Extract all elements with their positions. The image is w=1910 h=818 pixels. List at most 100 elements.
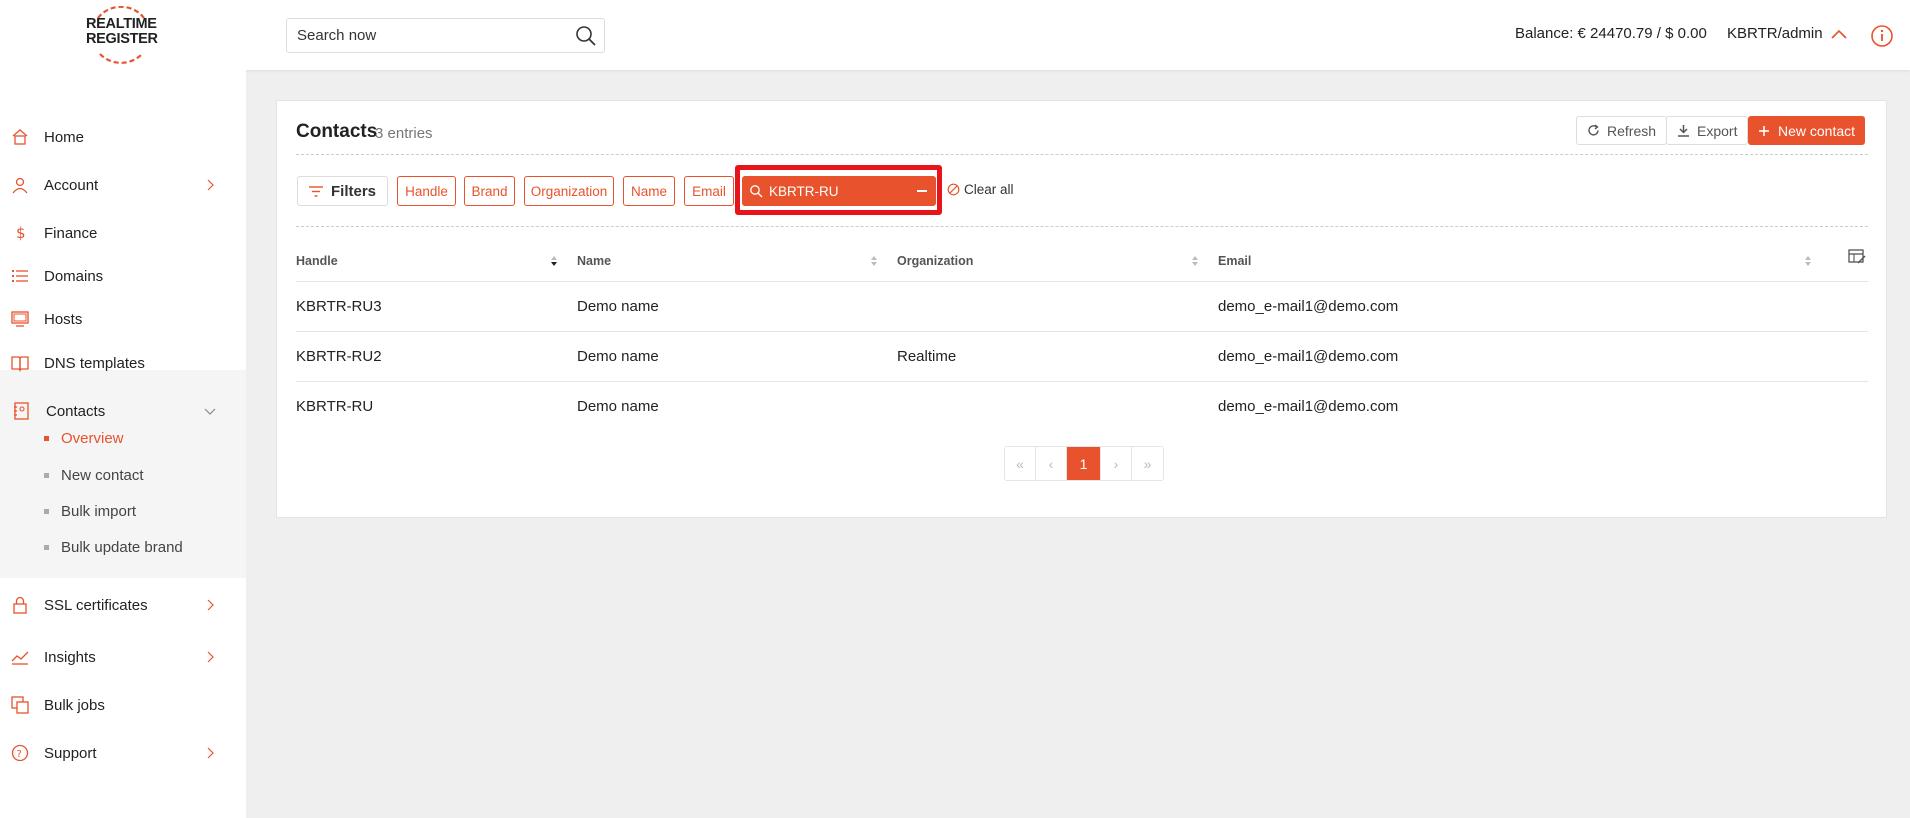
page-button-current[interactable]: 1: [1067, 447, 1101, 480]
submenu-item-label: Bulk import: [61, 502, 137, 520]
pagination: « ‹ 1 › »: [1004, 446, 1164, 481]
cell-organization: Realtime: [897, 348, 957, 365]
copy-icon: [11, 696, 29, 714]
sidebar-item-domains[interactable]: Domains: [0, 256, 246, 296]
filter-chip-handle[interactable]: Handle: [397, 176, 456, 206]
export-label: Export: [1697, 122, 1738, 139]
sidebar-item-dns-templates[interactable]: DNS templates: [0, 343, 246, 383]
bullet-icon: [44, 472, 49, 478]
entry-count: 3 entries: [375, 125, 433, 142]
cell-handle[interactable]: KBRTR-RU2: [296, 348, 382, 365]
monitor-icon: [11, 311, 29, 327]
help-circle-icon: ?: [11, 744, 29, 762]
home-icon: [12, 129, 28, 145]
submenu-item-bulk-update-brand[interactable]: Bulk update brand: [44, 533, 183, 561]
chevron-down-icon: [204, 408, 216, 415]
first-page-button[interactable]: «: [1005, 447, 1036, 480]
cell-handle[interactable]: KBRTR-RU: [296, 398, 373, 415]
info-icon[interactable]: [1870, 24, 1894, 48]
user-name: KBRTR/admin: [1727, 25, 1823, 42]
column-header-organization[interactable]: Organization: [897, 254, 973, 268]
sidebar-item-label: Hosts: [44, 310, 83, 328]
sidebar-item-label: SSL certificates: [44, 596, 148, 614]
search-input[interactable]: [287, 19, 567, 52]
remove-filter-icon[interactable]: [917, 190, 927, 192]
chevron-right-icon: [207, 651, 214, 663]
column-header-handle[interactable]: Handle: [296, 254, 338, 268]
filter-chip-name[interactable]: Name: [623, 176, 675, 206]
cell-name: Demo name: [577, 398, 659, 415]
column-settings-icon[interactable]: [1848, 248, 1866, 266]
active-search-filter[interactable]: KBRTR-RU: [742, 176, 936, 206]
sidebar-item-account[interactable]: Account: [0, 165, 246, 205]
refresh-button[interactable]: Refresh: [1576, 116, 1668, 145]
sidebar-item-label: Support: [44, 744, 97, 762]
sidebar-item-label: Domains: [44, 267, 104, 285]
sidebar-item-insights[interactable]: Insights: [0, 637, 246, 677]
sidebar-item-bulk-jobs[interactable]: Bulk jobs: [0, 685, 246, 725]
bullet-icon: [44, 508, 49, 514]
page-title: Contacts: [296, 121, 378, 142]
global-search: [286, 18, 605, 53]
chevron-right-icon: [207, 747, 214, 759]
sidebar: Home Account $ Finance Domains Hosts DNS…: [0, 70, 246, 818]
lock-icon: [13, 596, 27, 614]
new-contact-label: New contact: [1778, 122, 1856, 139]
sidebar-item-hosts[interactable]: Hosts: [0, 299, 246, 339]
submenu-item-label: New contact: [61, 466, 144, 484]
contacts-icon: [14, 402, 29, 420]
list-icon: [12, 270, 28, 282]
sidebar-item-finance[interactable]: $ Finance: [0, 213, 246, 253]
filter-chip-brand[interactable]: Brand: [464, 176, 515, 206]
row-divider: [296, 331, 1868, 332]
submenu-item-overview[interactable]: Overview: [44, 424, 124, 452]
filters-button[interactable]: Filters: [297, 176, 388, 206]
sort-desc-icon[interactable]: [550, 254, 558, 268]
divider: [296, 154, 1868, 155]
refresh-label: Refresh: [1607, 122, 1657, 139]
svg-text:$: $: [16, 224, 26, 242]
sidebar-item-label: Insights: [44, 648, 96, 666]
refresh-icon: [1588, 124, 1599, 136]
last-page-button[interactable]: »: [1132, 447, 1163, 480]
column-header-email[interactable]: Email: [1218, 254, 1251, 268]
cell-email: demo_e-mail1@demo.com: [1218, 298, 1399, 315]
sidebar-item-label: Contacts: [46, 402, 106, 420]
column-header-name[interactable]: Name: [577, 254, 611, 268]
logo-line-2: REGISTER: [86, 31, 158, 47]
search-icon[interactable]: [574, 24, 598, 48]
sort-icon[interactable]: [1804, 254, 1812, 268]
cell-name: Demo name: [577, 348, 659, 365]
sidebar-item-ssl-certificates[interactable]: SSL certificates: [0, 585, 246, 625]
export-button[interactable]: Export: [1666, 116, 1749, 145]
contacts-card: Contacts 3 entries Refresh Export New co…: [276, 100, 1887, 518]
cell-email: demo_e-mail1@demo.com: [1218, 348, 1399, 365]
sidebar-item-home[interactable]: Home: [0, 117, 246, 157]
next-page-button[interactable]: ›: [1101, 447, 1132, 480]
sort-icon[interactable]: [870, 254, 878, 268]
bullet-icon: [44, 544, 49, 550]
clear-icon: [947, 183, 960, 196]
clear-all-label: Clear all: [964, 182, 1014, 197]
account-balance: Balance: € 24470.79 / $ 0.00: [1515, 25, 1707, 42]
cell-name: Demo name: [577, 298, 659, 315]
prev-page-button[interactable]: ‹: [1036, 447, 1067, 480]
clear-all-button[interactable]: Clear all: [947, 182, 1014, 197]
sidebar-item-label: Account: [44, 176, 99, 194]
realtime-register-logo[interactable]: REALTIME REGISTER: [86, 6, 158, 66]
filter-chip-organization[interactable]: Organization: [524, 176, 614, 206]
submenu-item-new-contact[interactable]: New contact: [44, 461, 144, 489]
search-icon: [750, 185, 763, 198]
row-divider: [296, 381, 1868, 382]
sort-icon[interactable]: [1191, 254, 1199, 268]
submenu-item-bulk-import[interactable]: Bulk import: [44, 497, 136, 525]
filter-icon: [308, 185, 323, 197]
submenu-item-label: Bulk update brand: [61, 538, 183, 556]
sidebar-item-support[interactable]: ? Support: [0, 733, 246, 773]
user-menu[interactable]: KBRTR/admin: [1727, 25, 1847, 42]
sidebar-item-label: Home: [44, 128, 85, 146]
new-contact-button[interactable]: New contact: [1748, 116, 1866, 145]
divider: [296, 226, 1868, 227]
filter-chip-email[interactable]: Email: [684, 176, 734, 206]
cell-handle[interactable]: KBRTR-RU3: [296, 298, 382, 315]
